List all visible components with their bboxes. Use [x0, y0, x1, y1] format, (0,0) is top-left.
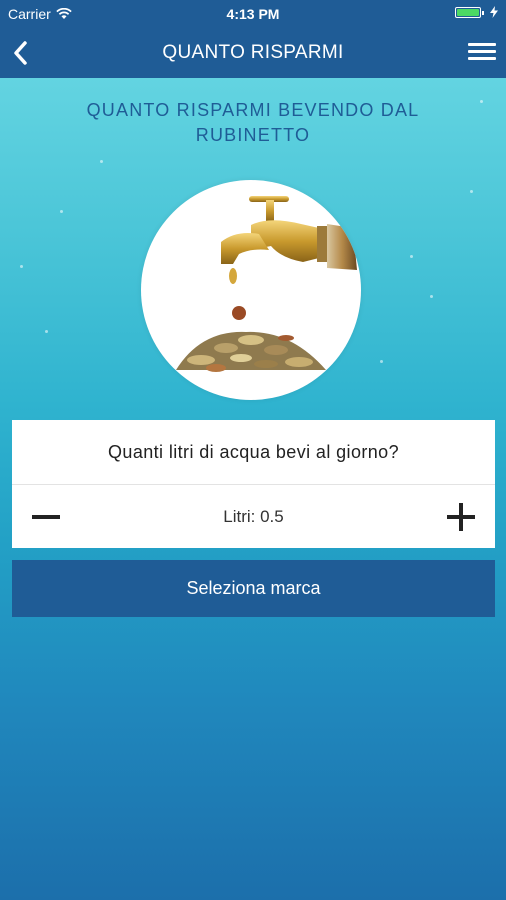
- liters-value: Litri: 0.5: [223, 507, 284, 526]
- faucet-coins-image: [141, 180, 361, 400]
- liters-stepper: Litri: 0.5: [12, 485, 495, 549]
- status-bar: Carrier 4:13 PM: [0, 0, 506, 28]
- battery-icon: [455, 6, 484, 18]
- navigation-bar: QUANTO RISPARMI: [0, 28, 506, 78]
- hamburger-menu-icon[interactable]: [468, 40, 496, 66]
- liters-card: Quanti litri di acqua bevi al giorno? Li…: [12, 420, 495, 548]
- headline: QUANTO RISPARMI BEVENDO DAL RUBINETTO: [86, 100, 420, 145]
- charging-bolt-icon: [490, 6, 498, 18]
- select-brand-button[interactable]: Seleziona marca: [12, 560, 495, 617]
- status-time: 4:13 PM: [226, 6, 280, 22]
- page-title: QUANTO RISPARMI: [162, 42, 344, 63]
- liters-question: Quanti litri di acqua bevi al giorno?: [12, 420, 495, 485]
- plus-icon[interactable]: [445, 501, 477, 533]
